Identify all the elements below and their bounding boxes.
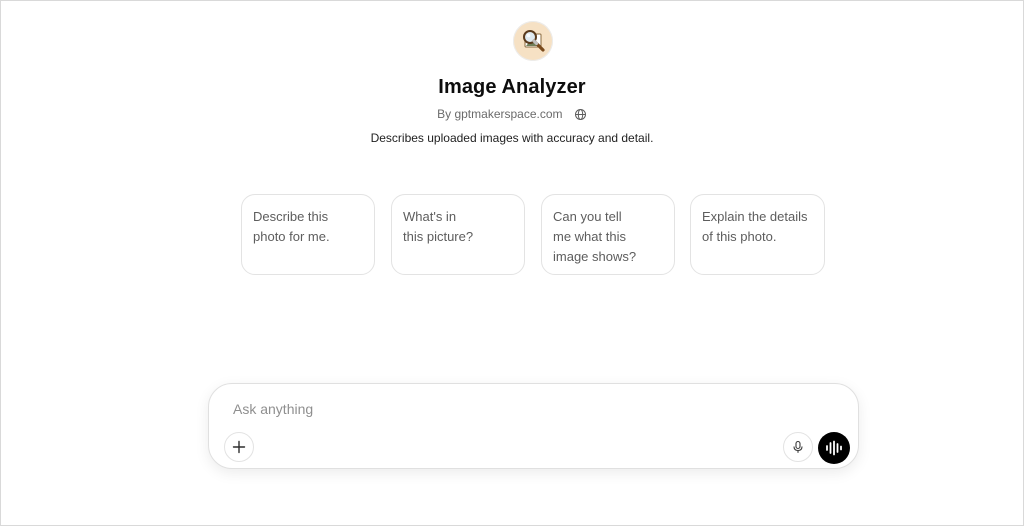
microphone-icon — [793, 440, 803, 453]
composer — [208, 383, 859, 469]
byline-text: By gptmakerspace.com — [437, 107, 563, 121]
magnifier-picture-icon — [523, 30, 545, 52]
starter-card[interactable]: Explain the details of this photo. — [690, 194, 825, 275]
starter-card[interactable]: What's in this picture? — [391, 194, 525, 275]
gpt-avatar — [513, 21, 553, 61]
voice-waveform-icon — [826, 440, 842, 456]
starter-card[interactable]: Can you tell me what this image shows? — [541, 194, 675, 275]
voice-mode-button[interactable] — [818, 432, 850, 464]
gpt-byline: By gptmakerspace.com — [0, 107, 1024, 121]
starter-card[interactable]: Describe this photo for me. — [241, 194, 375, 275]
globe-icon[interactable] — [574, 108, 587, 121]
prompt-input[interactable] — [231, 397, 795, 421]
dictate-button[interactable] — [783, 432, 813, 462]
plus-icon — [232, 440, 246, 454]
gpt-title: Image Analyzer — [438, 76, 586, 98]
gpt-description: Describes uploaded images with accuracy … — [370, 131, 654, 145]
attach-button[interactable] — [224, 432, 254, 462]
